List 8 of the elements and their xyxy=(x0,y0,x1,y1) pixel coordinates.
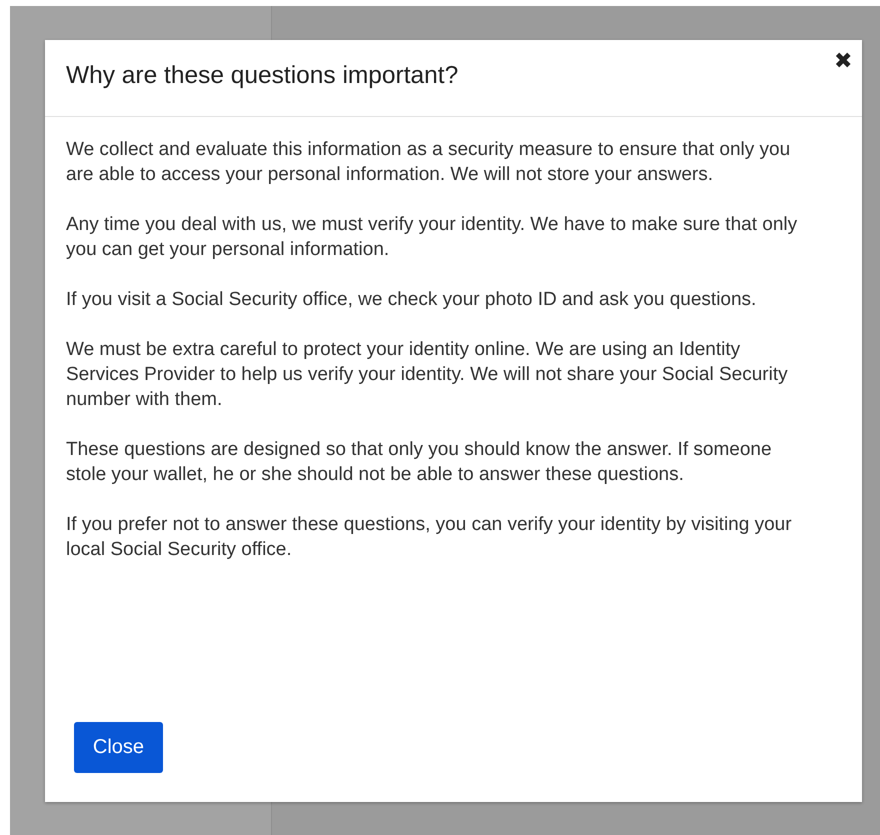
paragraph: If you prefer not to answer these questions, you can verify your identity by visiting your local Social Security office. xyxy=(66,513,793,562)
paragraph: We must be extra careful to protect your identity online. We are using an Identity Services Provider to help us verify your identity. We will not share your Social Security number with them. xyxy=(66,338,789,412)
paragraph: If you visit a Social Security office, we check your photo ID and ask you questions. xyxy=(66,288,758,312)
paragraph: These questions are designed so that only you should know the answer. If someone stole your wallet, he or she should not be able to answer these questions. xyxy=(66,438,773,487)
close-button[interactable]: Close xyxy=(74,722,163,773)
dialog-title: Why are these questions important? xyxy=(66,62,458,90)
paragraph: Any time you deal with us, we must verify your identity. We have to make sure that only you can get your personal information. xyxy=(66,213,798,262)
paragraph: We collect and evaluate this information as a security measure to ensure that only you are able to access your personal information. We will not store your answers. xyxy=(66,138,792,187)
